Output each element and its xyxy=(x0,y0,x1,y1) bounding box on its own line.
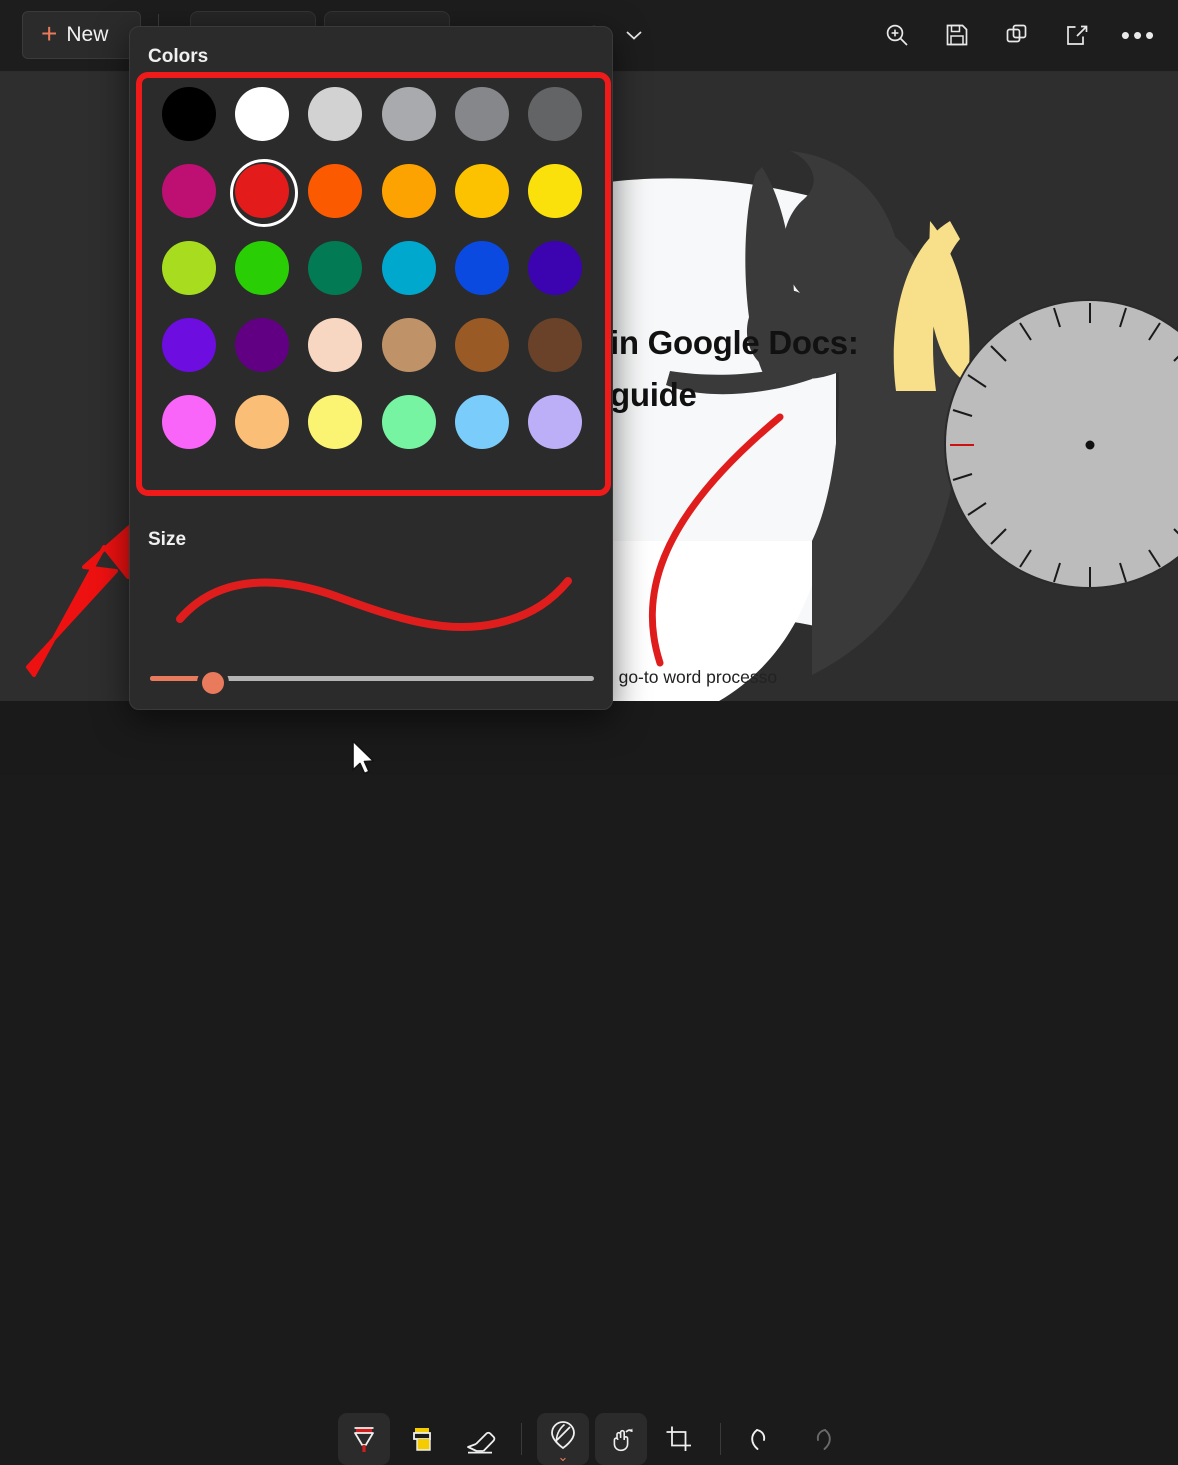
color-swatch-red[interactable] xyxy=(235,164,289,218)
more-options-button[interactable]: ••• xyxy=(1116,12,1162,58)
pen-tool-button[interactable] xyxy=(338,1413,390,1465)
document-title: in Google Docs: guide xyxy=(610,317,940,421)
size-slider[interactable] xyxy=(150,668,594,688)
pen-options-flyout: Colors Size xyxy=(129,26,613,710)
chevron-down-icon xyxy=(625,29,643,41)
share-icon xyxy=(1064,22,1090,48)
expand-toolbar-button[interactable] xyxy=(610,11,658,59)
color-swatch-violet[interactable] xyxy=(162,318,216,372)
color-swatch-yellow[interactable] xyxy=(528,164,582,218)
color-swatch-lime[interactable] xyxy=(162,241,216,295)
copy-button[interactable] xyxy=(994,12,1040,58)
color-swatch-light-blue[interactable] xyxy=(455,395,509,449)
eraser-icon xyxy=(464,1424,496,1454)
color-swatch-magenta[interactable] xyxy=(162,164,216,218)
color-swatch-purple[interactable] xyxy=(235,318,289,372)
pen-icon xyxy=(349,1422,379,1456)
color-swatch-light-gray[interactable] xyxy=(308,87,362,141)
chevron-down-icon: ⌄ xyxy=(558,1454,569,1460)
ellipsis-icon: ••• xyxy=(1121,29,1157,41)
color-swatch-white[interactable] xyxy=(235,87,289,141)
redo-button[interactable] xyxy=(794,1413,846,1465)
document-body-text: e go-to word processo ns. It offers an e… xyxy=(604,659,864,701)
save-button[interactable] xyxy=(934,12,980,58)
new-button-label: New xyxy=(66,23,108,47)
toolbar-divider xyxy=(521,1423,522,1455)
color-swatch-black[interactable] xyxy=(162,87,216,141)
clock-dial-graphic xyxy=(944,299,1178,589)
color-swatch-cream[interactable] xyxy=(308,318,362,372)
color-swatch-blue[interactable] xyxy=(455,241,509,295)
color-swatch-gray[interactable] xyxy=(382,87,436,141)
color-swatch-brown[interactable] xyxy=(455,318,509,372)
color-swatch-indigo[interactable] xyxy=(528,241,582,295)
color-swatch-teal-green[interactable] xyxy=(308,241,362,295)
crop-tool-button[interactable] xyxy=(653,1413,705,1465)
color-swatch-amber[interactable] xyxy=(455,164,509,218)
color-swatch-light-yellow[interactable] xyxy=(308,395,362,449)
colors-heading: Colors xyxy=(148,46,612,68)
color-swatch-orange-red[interactable] xyxy=(308,164,362,218)
crop-icon xyxy=(665,1425,693,1453)
new-button[interactable]: + New xyxy=(22,11,141,59)
snipping-tool-window: in Google Docs: guide e go-to word proce… xyxy=(0,0,1178,775)
color-swatch-light-orange[interactable] xyxy=(235,395,289,449)
color-swatch-tan[interactable] xyxy=(382,318,436,372)
touch-draw-tool-button[interactable] xyxy=(595,1413,647,1465)
stroke-preview xyxy=(148,557,596,647)
redo-icon xyxy=(806,1425,834,1453)
toolbar-divider xyxy=(720,1423,721,1455)
copy-icon xyxy=(1004,22,1030,48)
share-button[interactable] xyxy=(1054,12,1100,58)
zoom-in-button[interactable] xyxy=(874,12,920,58)
annotation-toolbar: ⌄ xyxy=(0,701,1178,775)
color-swatch-mint[interactable] xyxy=(382,395,436,449)
eraser-tool-button[interactable] xyxy=(454,1413,506,1465)
annotation-tools-group: ⌄ xyxy=(338,1413,846,1465)
color-swatch-dark-brown[interactable] xyxy=(528,318,582,372)
color-swatch-grid[interactable] xyxy=(152,87,592,449)
color-swatch-medium-gray[interactable] xyxy=(455,87,509,141)
save-icon xyxy=(944,22,970,48)
highlighter-icon xyxy=(407,1422,437,1456)
size-heading: Size xyxy=(148,529,186,551)
undo-icon xyxy=(748,1425,776,1453)
color-swatch-orange[interactable] xyxy=(382,164,436,218)
ink-shape-tool-button[interactable]: ⌄ xyxy=(537,1413,589,1465)
ink-shape-icon xyxy=(548,1419,578,1451)
color-swatch-lavender[interactable] xyxy=(528,395,582,449)
color-swatch-green[interactable] xyxy=(235,241,289,295)
colors-section xyxy=(140,75,604,511)
zoom-in-icon xyxy=(884,22,910,48)
touch-draw-icon xyxy=(606,1424,636,1454)
highlighter-tool-button[interactable] xyxy=(396,1413,448,1465)
color-swatch-cyan[interactable] xyxy=(382,241,436,295)
color-swatch-pink[interactable] xyxy=(162,395,216,449)
slider-thumb[interactable] xyxy=(197,667,229,699)
undo-button[interactable] xyxy=(736,1413,788,1465)
color-swatch-dark-gray[interactable] xyxy=(528,87,582,141)
